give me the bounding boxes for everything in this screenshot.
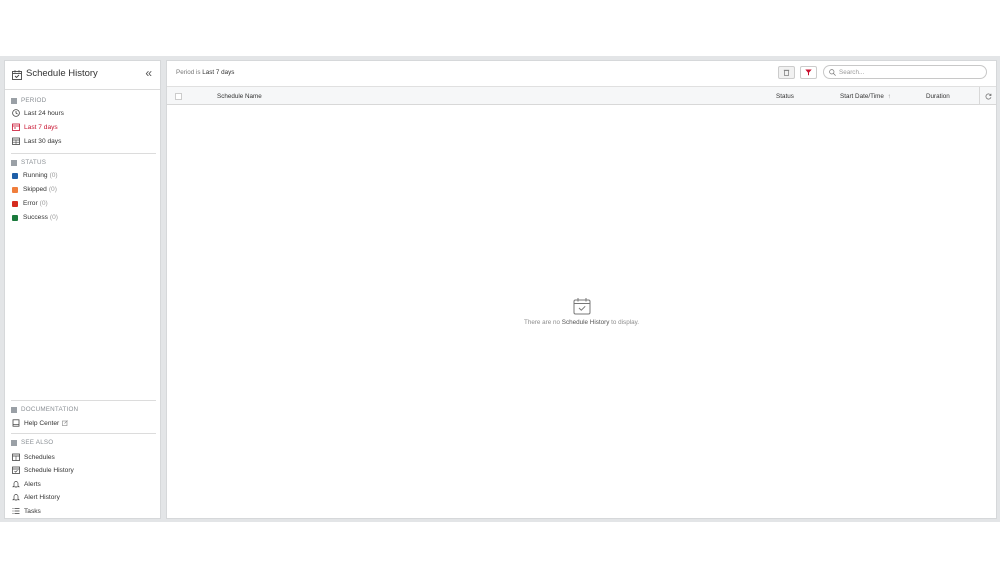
see-also-item-schedules[interactable]: Schedules xyxy=(12,453,55,461)
divider xyxy=(11,153,156,154)
trash-icon xyxy=(783,69,790,76)
list-icon xyxy=(12,508,20,514)
help-center-label: Help Center xyxy=(24,419,60,427)
period-item-last-7-days[interactable]: Last 7 days xyxy=(12,123,58,131)
sidebar-header: Schedule History « xyxy=(5,61,160,90)
status-item-count: (0) xyxy=(49,172,58,179)
select-all-checkbox[interactable] xyxy=(175,93,182,100)
status-item-label: Running xyxy=(23,172,48,179)
period-item-label: Last 7 days xyxy=(24,123,58,131)
success-status-dot xyxy=(12,214,18,221)
column-schedule-name[interactable]: Schedule Name xyxy=(217,93,262,100)
column-duration[interactable]: Duration xyxy=(926,93,950,100)
section-square-icon xyxy=(11,406,17,413)
status-item-count: (0) xyxy=(48,186,57,193)
section-square-icon xyxy=(11,97,17,104)
filter-button[interactable] xyxy=(800,66,817,79)
collapse-sidebar-button[interactable]: « xyxy=(145,66,152,80)
bell-history-icon xyxy=(12,494,20,501)
search-icon xyxy=(829,68,836,76)
sidebar: Schedule History « PERIOD Last 24 hours … xyxy=(4,60,161,519)
see-also-item-alert-history[interactable]: Alert History xyxy=(12,493,60,501)
app-frame: Schedule History « PERIOD Last 24 hours … xyxy=(0,56,1000,522)
period-item-last-30-days[interactable]: Last 30 days xyxy=(12,137,61,145)
calendar-week-icon xyxy=(12,123,20,131)
see-also-heading: SEE ALSO xyxy=(11,439,53,446)
documentation-heading: DOCUMENTATION xyxy=(11,406,78,413)
help-center-link[interactable]: Help Center xyxy=(12,419,72,427)
period-item-last-24-hours[interactable]: Last 24 hours xyxy=(12,109,64,117)
calendar-check-icon xyxy=(573,298,590,315)
divider xyxy=(11,433,156,434)
status-item-running[interactable]: Running (0) xyxy=(12,172,58,179)
status-item-success[interactable]: Success (0) xyxy=(12,214,58,221)
error-status-dot xyxy=(12,200,18,207)
period-prefix: Period is xyxy=(176,69,201,76)
calendar-check-icon xyxy=(12,70,22,80)
sidebar-title: Schedule History xyxy=(26,68,98,79)
divider xyxy=(11,400,156,401)
status-item-label: Success xyxy=(23,214,48,221)
external-link-icon xyxy=(62,420,68,426)
see-also-item-label: Alert History xyxy=(24,493,60,501)
book-icon xyxy=(12,419,20,427)
section-square-icon xyxy=(11,159,17,166)
toolbar: Period is Last 7 days xyxy=(167,61,996,86)
period-item-label: Last 30 days xyxy=(24,137,62,145)
running-status-dot xyxy=(12,172,18,179)
empty-prefix: There are no xyxy=(523,319,561,326)
column-start-label: Start Date/Time xyxy=(840,93,884,100)
calendar-icon xyxy=(12,453,20,461)
period-summary: Period is Last 7 days xyxy=(176,69,234,76)
see-also-heading-label: SEE ALSO xyxy=(21,439,54,446)
table-header: Schedule Name Status Start Date/Time ↑ D… xyxy=(167,86,996,105)
see-also-item-schedule-history[interactable]: Schedule History xyxy=(12,466,74,474)
see-also-item-tasks[interactable]: Tasks xyxy=(12,507,41,515)
filter-icon xyxy=(805,69,812,76)
empty-state: There are no Schedule History to display… xyxy=(167,297,996,326)
refresh-icon xyxy=(985,93,991,99)
search-box[interactable] xyxy=(823,65,987,79)
search-input[interactable] xyxy=(839,68,979,76)
period-heading: PERIOD xyxy=(11,97,46,104)
empty-state-message: There are no Schedule History to display… xyxy=(167,319,996,326)
status-item-error[interactable]: Error (0) xyxy=(12,200,48,207)
sort-ascending-icon: ↑ xyxy=(887,93,891,100)
period-value: Last 7 days xyxy=(202,69,235,76)
period-heading-label: PERIOD xyxy=(21,97,47,104)
see-also-item-alerts[interactable]: Alerts xyxy=(12,480,41,488)
empty-highlight: Schedule History xyxy=(561,319,610,326)
bell-icon xyxy=(12,481,20,488)
status-item-label: Error xyxy=(23,200,38,207)
status-heading-label: STATUS xyxy=(21,159,47,166)
period-item-label: Last 24 hours xyxy=(24,109,64,117)
status-heading: STATUS xyxy=(11,159,46,166)
main-panel: Period is Last 7 days Schedule Name Stat… xyxy=(166,60,997,519)
column-start-date-time[interactable]: Start Date/Time ↑ xyxy=(840,93,891,100)
calendar-month-icon xyxy=(12,137,20,145)
skipped-status-dot xyxy=(12,186,18,193)
delete-button[interactable] xyxy=(778,66,795,79)
status-item-label: Skipped xyxy=(23,186,47,193)
status-item-skipped[interactable]: Skipped (0) xyxy=(12,186,57,193)
see-also-item-label: Schedule History xyxy=(24,466,74,474)
column-status[interactable]: Status xyxy=(776,93,794,100)
clock-icon xyxy=(12,109,20,117)
see-also-item-label: Alerts xyxy=(24,480,41,488)
see-also-item-label: Tasks xyxy=(24,507,41,515)
status-item-count: (0) xyxy=(39,200,48,207)
refresh-button[interactable] xyxy=(979,87,996,105)
calendar-check-icon xyxy=(12,466,20,474)
status-item-count: (0) xyxy=(49,214,58,221)
empty-suffix: to display. xyxy=(611,319,640,326)
see-also-item-label: Schedules xyxy=(24,453,55,461)
section-square-icon xyxy=(11,439,17,446)
documentation-heading-label: DOCUMENTATION xyxy=(21,406,79,413)
